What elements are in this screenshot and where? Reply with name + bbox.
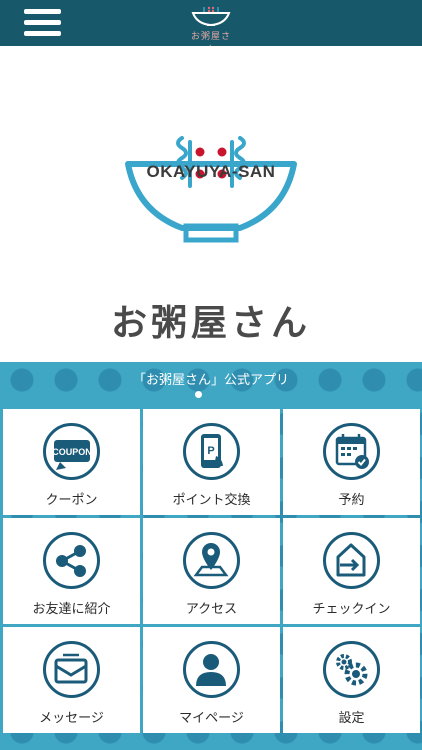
app-header: お粥屋さん <box>0 0 422 55</box>
menu-item-message[interactable]: メッセージ <box>3 627 140 733</box>
menu-item-label: マイページ <box>179 711 244 726</box>
svg-text:P: P <box>207 445 214 457</box>
coupon-icon: COUPON <box>43 423 100 480</box>
menu-item-refer-friend[interactable]: お友達に紹介 <box>3 518 140 624</box>
menu-bar <box>24 20 61 25</box>
menu-grid: COUPON クーポン P ポイント交換 予約 お友達に紹介 アクセス チェック… <box>0 406 422 750</box>
app-banner: 「お粥屋さん」公式アプリ <box>0 362 422 406</box>
brand-name-english: OKAYUYA-SAN <box>146 162 276 181</box>
menu-item-reservation[interactable]: 予約 <box>283 409 420 515</box>
banner-title: 「お粥屋さん」公式アプリ <box>132 373 289 388</box>
point-card-icon: P <box>183 423 240 480</box>
hero-logo-area: OKAYUYA-SAN お粥屋さん <box>0 46 422 362</box>
menu-item-label: お友達に紹介 <box>32 602 111 617</box>
menu-item-label: 予約 <box>338 493 365 508</box>
page-indicator-dot[interactable] <box>195 391 202 398</box>
menu-item-coupon[interactable]: COUPON クーポン <box>3 409 140 515</box>
coupon-badge-text: COUPON <box>52 447 92 457</box>
menu-item-label: 設定 <box>338 711 365 726</box>
menu-item-point-exchange[interactable]: P ポイント交換 <box>143 409 280 515</box>
menu-item-label: メッセージ <box>39 711 104 726</box>
menu-item-label: チェックイン <box>312 602 391 617</box>
menu-bar <box>24 9 61 14</box>
user-icon <box>183 641 240 698</box>
map-pin-icon <box>183 532 240 589</box>
header-logo: お粥屋さん <box>189 4 233 55</box>
hamburger-menu-button[interactable] <box>24 9 61 37</box>
gear-icon <box>323 641 380 698</box>
share-icon <box>43 532 100 589</box>
menu-bar <box>24 31 61 36</box>
menu-item-access[interactable]: アクセス <box>143 518 280 624</box>
menu-item-label: アクセス <box>185 602 238 617</box>
calendar-check-icon <box>323 423 380 480</box>
menu-item-checkin[interactable]: チェックイン <box>283 518 420 624</box>
mail-icon <box>43 641 100 698</box>
bowl-logo-icon <box>191 6 231 27</box>
checkin-icon <box>323 532 380 589</box>
menu-item-settings[interactable]: 設定 <box>283 627 420 733</box>
menu-item-label: ポイント交換 <box>172 493 251 508</box>
menu-item-my-page[interactable]: マイページ <box>143 627 280 733</box>
menu-item-label: クーポン <box>45 493 98 508</box>
brand-name-japanese: お粥屋さん <box>110 303 311 344</box>
